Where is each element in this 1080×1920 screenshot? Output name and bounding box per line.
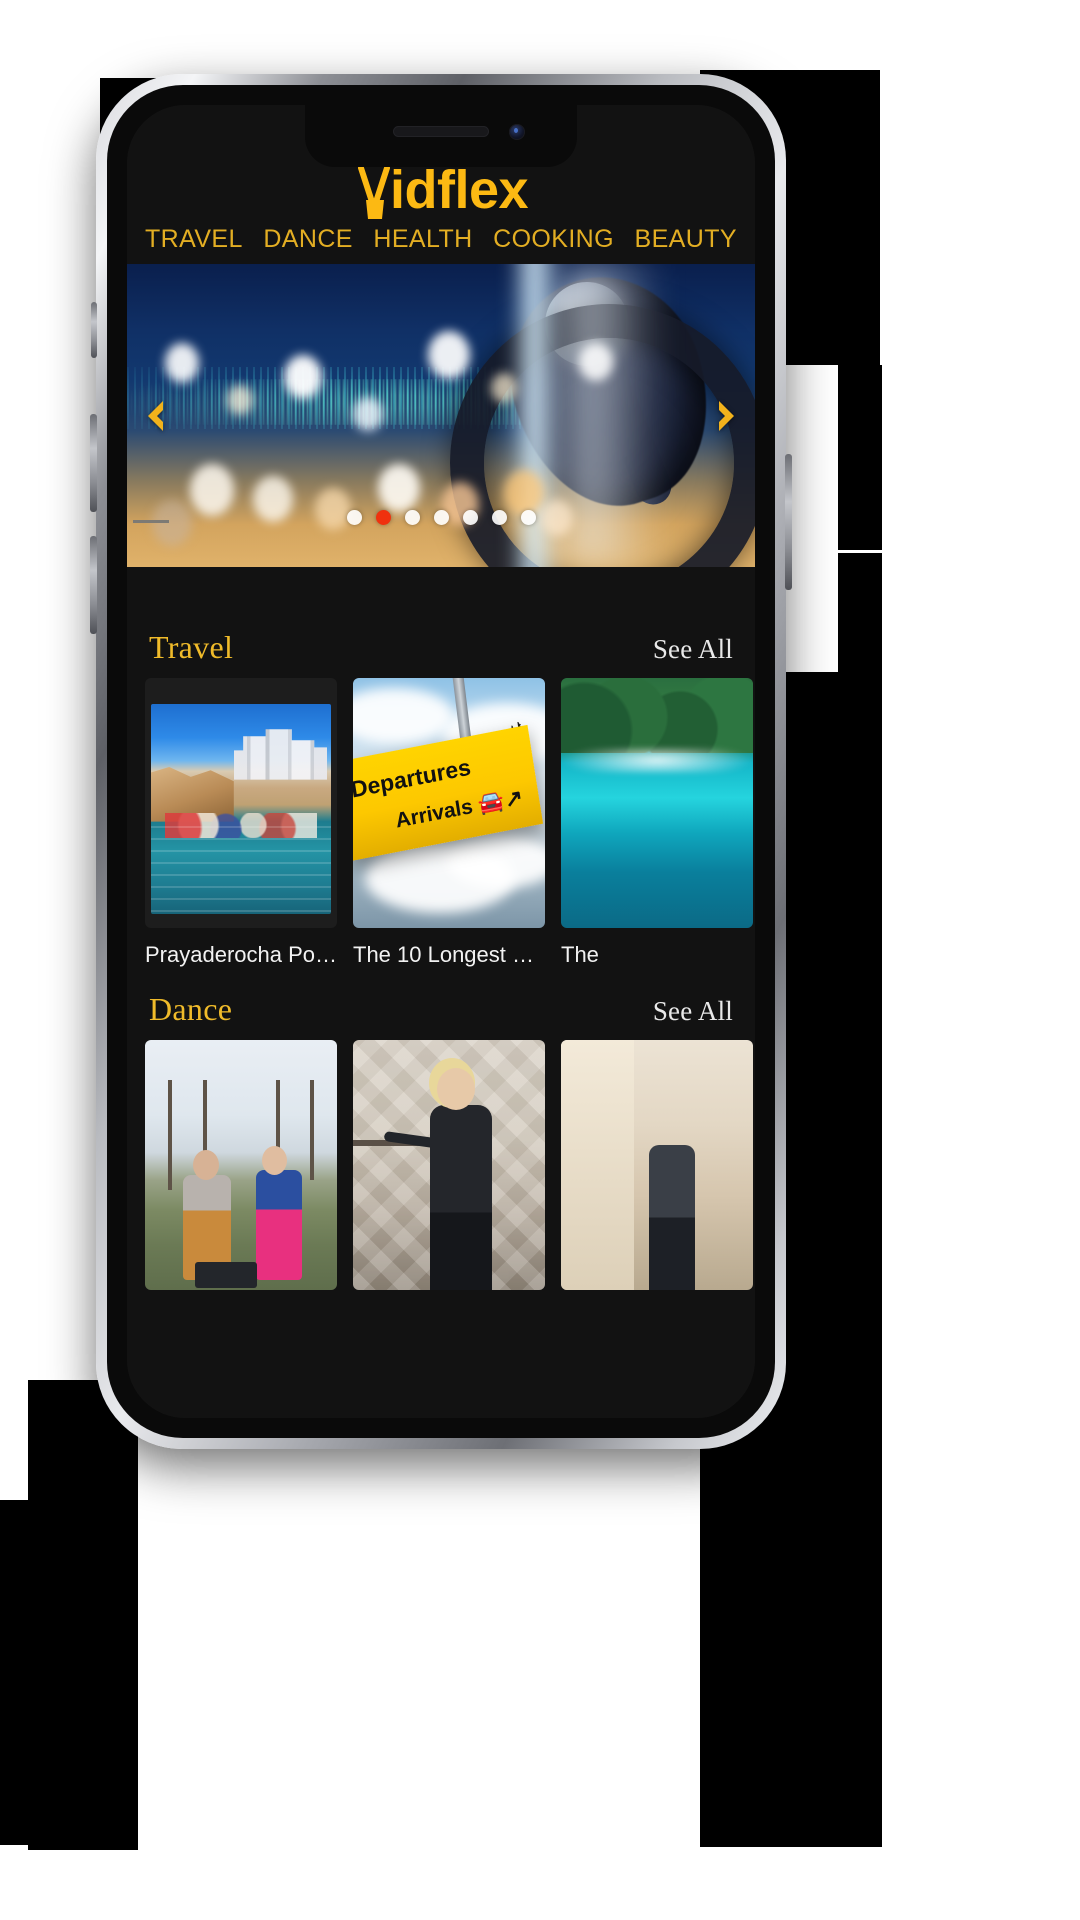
section-title-travel: Travel [149, 629, 234, 665]
category-nav: TRAVEL DANCE HEALTH COOKING BEAUTY [127, 221, 755, 264]
video-thumbnail[interactable] [561, 678, 753, 928]
backdrop-shadow [838, 553, 882, 673]
section-header-dance: Dance See All [127, 985, 755, 1040]
earpiece-speaker [393, 126, 489, 137]
backdrop-shadow [0, 1500, 40, 1845]
carousel-dot[interactable] [491, 510, 507, 525]
card-row-travel[interactable]: Prayaderocha Portugal ✈ [127, 678, 755, 967]
sign-arrow-icon: ↗ [503, 784, 526, 813]
video-thumbnail[interactable] [353, 1040, 545, 1291]
video-card[interactable]: The [561, 678, 753, 967]
video-card[interactable] [353, 1040, 545, 1304]
app-logo: idflex [354, 160, 529, 220]
video-title: The 10 Longest Flight… [353, 942, 545, 967]
card-row-dance[interactable] [127, 1040, 755, 1304]
carousel-dot[interactable] [404, 510, 420, 525]
video-card[interactable] [561, 1040, 753, 1304]
video-title: The [561, 942, 599, 967]
carousel-dots [127, 510, 755, 525]
phone-screen: idflex TRAVEL DANCE HEALTH COOKING BEAUT… [127, 105, 755, 1418]
video-card[interactable]: Prayaderocha Portugal [145, 678, 337, 967]
phone-notch [305, 105, 577, 167]
carousel-prev-button[interactable] [133, 394, 177, 438]
section-header-travel: Travel See All [127, 623, 755, 678]
sign-departures-text: Departures [353, 753, 473, 803]
backdrop-shadow [838, 365, 882, 550]
video-thumbnail[interactable]: ✈ Departures Arrivals 🚘 ↗ [353, 678, 545, 928]
see-all-dance[interactable]: See All [653, 996, 733, 1027]
carousel-dot[interactable] [462, 510, 478, 525]
volume-up-button[interactable] [90, 414, 97, 512]
video-thumbnail[interactable] [561, 1040, 753, 1291]
carousel-dot[interactable] [433, 510, 449, 525]
nav-item-cooking[interactable]: COOKING [493, 225, 614, 254]
carousel-dot-active[interactable] [375, 510, 391, 525]
video-card[interactable]: ✈ Departures Arrivals 🚘 ↗ The 10 Longest… [353, 678, 545, 967]
sign-arrivals-text: Arrivals 🚘 [394, 788, 507, 833]
vidflex-app: idflex TRAVEL DANCE HEALTH COOKING BEAUT… [127, 105, 755, 1418]
mute-switch[interactable] [91, 302, 97, 358]
app-logo-text: idflex [389, 160, 529, 220]
screenshot-stage: idflex TRAVEL DANCE HEALTH COOKING BEAUT… [0, 0, 1080, 1920]
section-title-dance: Dance [149, 991, 233, 1028]
backdrop-shadow [28, 1380, 138, 1850]
video-thumbnail[interactable] [145, 1040, 337, 1291]
see-all-travel[interactable]: See All [653, 634, 733, 665]
content-spacer [127, 567, 755, 623]
video-title: Prayaderocha Portugal [145, 942, 337, 967]
phone-device-frame: idflex TRAVEL DANCE HEALTH COOKING BEAUT… [90, 74, 792, 1449]
nav-item-travel[interactable]: TRAVEL [145, 225, 243, 254]
front-camera [509, 124, 525, 140]
nav-item-health[interactable]: HEALTH [373, 225, 472, 254]
video-card[interactable] [145, 1040, 337, 1304]
nav-item-dance[interactable]: DANCE [263, 225, 353, 254]
video-thumbnail[interactable] [145, 678, 337, 928]
hero-carousel[interactable] [127, 264, 755, 567]
carousel-dot[interactable] [346, 510, 362, 525]
phone-bezel: idflex TRAVEL DANCE HEALTH COOKING BEAUT… [107, 85, 775, 1438]
volume-down-button[interactable] [90, 536, 97, 634]
power-button[interactable] [785, 454, 792, 590]
carousel-next-button[interactable] [705, 394, 749, 438]
carousel-dot[interactable] [520, 510, 536, 525]
nav-item-beauty[interactable]: BEAUTY [635, 225, 737, 254]
